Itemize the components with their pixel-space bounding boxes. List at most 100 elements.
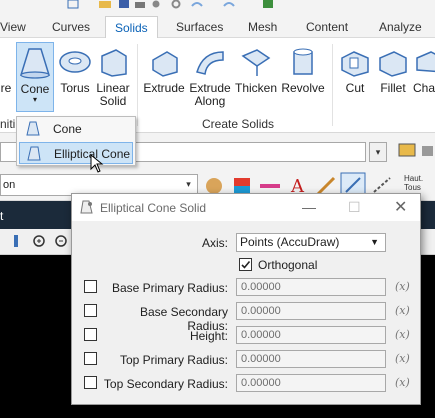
height-lock[interactable] bbox=[84, 328, 97, 341]
fillet-label: Fillet bbox=[380, 81, 406, 95]
axis-label: Axis: bbox=[201, 236, 228, 250]
top-secondary-radius-expression-button[interactable]: (x) bbox=[395, 376, 410, 389]
level-select-value: on bbox=[3, 179, 16, 191]
help-icon[interactable] bbox=[262, 0, 274, 9]
quick-access-toolbar bbox=[0, 0, 435, 12]
base-secondary-radius-value: 0.00000 bbox=[241, 305, 281, 317]
chamfer-icon bbox=[416, 51, 435, 73]
menu-item-cone[interactable]: Cone bbox=[19, 118, 133, 140]
top-secondary-radius-value: 0.00000 bbox=[241, 377, 281, 389]
partial-group-label: niti bbox=[0, 117, 16, 131]
base-primary-radius-expression-button[interactable]: (x) bbox=[395, 280, 410, 293]
base-primary-radius-input[interactable]: 0.00000 bbox=[236, 278, 386, 296]
torus-icon bbox=[59, 51, 91, 73]
tab-curves[interactable]: Curves bbox=[52, 16, 90, 38]
revolve-icon bbox=[293, 48, 313, 75]
thicken-icon bbox=[241, 49, 271, 76]
extrude-along-label-2: Along bbox=[194, 94, 226, 108]
fillet-button[interactable]: Fillet bbox=[376, 46, 410, 95]
undo-icon[interactable] bbox=[190, 0, 204, 9]
haut-tous-label: Haut. Tous bbox=[404, 174, 423, 192]
tous-label: Tous bbox=[404, 183, 421, 192]
minimize-icon[interactable]: — bbox=[302, 199, 316, 215]
top-primary-radius-label: Top Primary Radius: bbox=[119, 353, 228, 367]
menu-item-cone-label: Cone bbox=[53, 122, 82, 136]
base-primary-radius-value: 0.00000 bbox=[241, 281, 281, 293]
base-secondary-radius-input[interactable]: 0.00000 bbox=[236, 302, 386, 320]
tab-view[interactable]: View bbox=[0, 16, 26, 38]
tab-content[interactable]: Content bbox=[306, 16, 348, 38]
thicken-label: Thicken bbox=[234, 81, 278, 95]
chevron-down-icon: ▼ bbox=[370, 237, 379, 247]
gear-icon[interactable] bbox=[150, 0, 162, 9]
level-dropdown-icon[interactable]: ▾ bbox=[180, 175, 197, 195]
command-dropdown-button[interactable]: ▾ bbox=[369, 142, 387, 162]
tab-solids[interactable]: Solids bbox=[105, 16, 158, 39]
top-primary-radius-expression-button[interactable]: (x) bbox=[395, 352, 410, 365]
tab-surfaces[interactable]: Surfaces bbox=[176, 16, 223, 38]
extrude-along-icon bbox=[196, 51, 224, 75]
group-divider bbox=[137, 44, 138, 126]
base-secondary-radius-expression-button[interactable]: (x) bbox=[395, 304, 410, 317]
print-icon[interactable] bbox=[134, 0, 146, 9]
checkmark-icon bbox=[241, 260, 251, 269]
torus-label: Torus bbox=[60, 81, 90, 95]
cone-dropdown-menu: Cone Elliptical Cone bbox=[16, 116, 136, 166]
cone-icon bbox=[26, 121, 40, 136]
linear-solid-button[interactable]: Linear Solid bbox=[94, 46, 132, 108]
zoom-in-icon[interactable] bbox=[32, 233, 48, 251]
height-label: Height: bbox=[189, 329, 228, 343]
redo-icon[interactable] bbox=[222, 0, 236, 9]
key-in-icon[interactable] bbox=[396, 140, 420, 162]
base-primary-radius-label: Base Primary Radius: bbox=[111, 281, 228, 295]
base-secondary-radius-lock[interactable] bbox=[84, 304, 97, 317]
revolve-button[interactable]: Revolve bbox=[280, 46, 326, 95]
haut-label: Haut. bbox=[404, 174, 424, 183]
top-primary-radius-value: 0.00000 bbox=[241, 353, 281, 365]
axis-select-value: Points (AccuDraw) bbox=[240, 235, 340, 249]
view-tab-fragment[interactable]: t bbox=[0, 209, 3, 223]
zoom-out-icon[interactable] bbox=[54, 233, 70, 251]
extrude-button[interactable]: Extrude bbox=[142, 46, 186, 95]
top-secondary-radius-input[interactable]: 0.00000 bbox=[236, 374, 386, 392]
top-secondary-radius-lock[interactable] bbox=[84, 376, 97, 389]
height-input[interactable]: 0.00000 bbox=[236, 326, 386, 344]
cut-label: Cut bbox=[345, 81, 365, 95]
linear-solid-label-2: Solid bbox=[99, 94, 127, 108]
tab-mesh[interactable]: Mesh bbox=[248, 16, 277, 38]
tool-icon[interactable] bbox=[420, 140, 435, 162]
cone-icon bbox=[19, 48, 51, 79]
menu-item-elliptical-cone[interactable]: Elliptical Cone bbox=[19, 142, 133, 164]
axis-select[interactable]: Points (AccuDraw) ▼ bbox=[236, 233, 386, 252]
folder-icon[interactable] bbox=[98, 0, 112, 9]
save-icon[interactable] bbox=[118, 0, 130, 9]
chevron-down-icon: ▾ bbox=[32, 95, 37, 104]
ribbon-tab-bar: View Curves Solids Surfaces Mesh Content… bbox=[0, 12, 435, 39]
extrude-along-button[interactable]: Extrude Along bbox=[188, 46, 232, 108]
revolve-label: Revolve bbox=[281, 81, 325, 95]
tab-analyze[interactable]: Analyze bbox=[379, 16, 422, 38]
orthogonal-checkbox[interactable] bbox=[239, 258, 252, 271]
close-icon[interactable]: ✕ bbox=[394, 197, 407, 217]
paint-icon[interactable] bbox=[8, 233, 24, 251]
chamfer-label: Cha bbox=[413, 81, 435, 95]
height-value: 0.00000 bbox=[241, 329, 281, 341]
chamfer-button[interactable]: Cha bbox=[413, 46, 435, 95]
height-expression-button[interactable]: (x) bbox=[395, 328, 410, 341]
chart-icon[interactable] bbox=[67, 0, 79, 9]
partial-left-button[interactable]: re bbox=[0, 82, 12, 95]
top-primary-radius-lock[interactable] bbox=[84, 352, 97, 365]
settings-icon[interactable] bbox=[170, 0, 182, 9]
torus-button[interactable]: Torus bbox=[58, 46, 92, 95]
base-primary-radius-lock[interactable] bbox=[84, 280, 97, 293]
thicken-button[interactable]: Thicken bbox=[234, 46, 278, 95]
elliptical-cone-icon bbox=[27, 146, 41, 161]
cone-label: Cone bbox=[20, 82, 50, 96]
dialog-title-bar[interactable]: Elliptical Cone Solid — ☐ ✕ bbox=[72, 194, 420, 221]
extrude-label: Extrude bbox=[143, 81, 185, 95]
maximize-icon: ☐ bbox=[348, 199, 361, 215]
cone-button[interactable]: Cone ▾ bbox=[16, 42, 54, 112]
orthogonal-label: Orthogonal bbox=[258, 258, 318, 272]
cut-button[interactable]: Cut bbox=[338, 46, 372, 95]
top-primary-radius-input[interactable]: 0.00000 bbox=[236, 350, 386, 368]
